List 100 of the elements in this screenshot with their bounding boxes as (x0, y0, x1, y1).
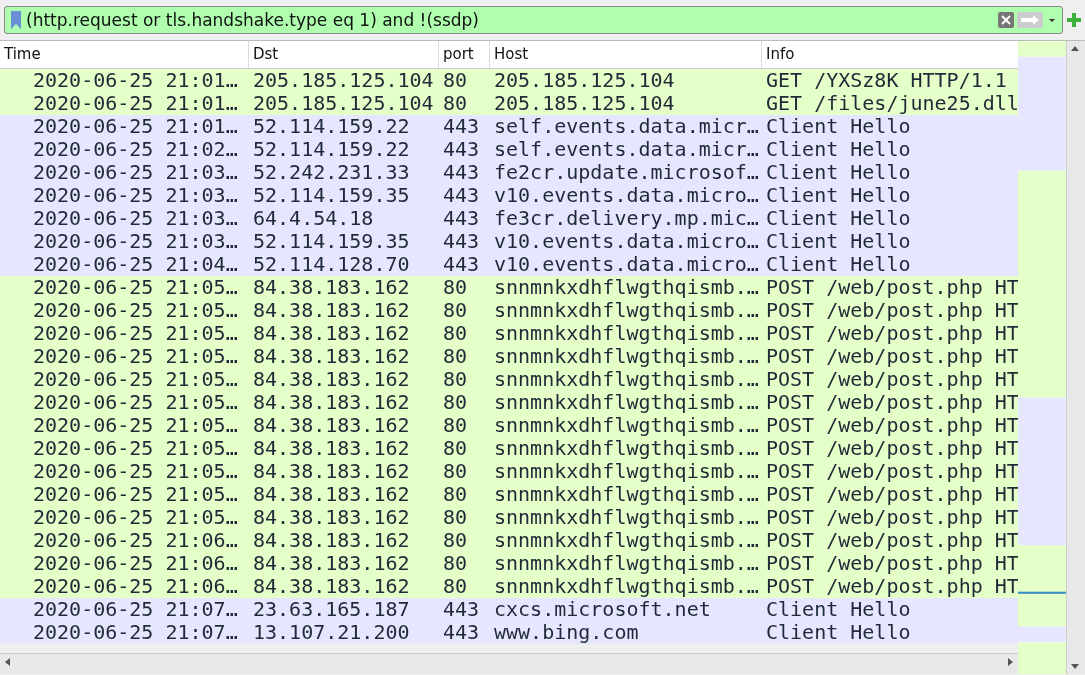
table-cell-text: 80 (442, 483, 469, 506)
table-cell-text: 2020-06-25 21:03… (32, 184, 239, 207)
table-cell-text: 84.38.183.162 (252, 414, 411, 437)
table-cell-text: snnmnkxdhflwgthqismb.… (493, 483, 760, 506)
table-cell-text: snnmnkxdhflwgthqismb.… (493, 529, 760, 552)
column-header[interactable]: port (439, 41, 490, 68)
table-cell-text: 2020-06-25 21:06… (32, 575, 239, 598)
table-cell-text: POST /web/post.php HT (765, 322, 1019, 345)
table-cell-text: 23.63.165.187 (252, 598, 411, 621)
packet-row[interactable]: 2020-06-25 21:06… 84.38.183.162 80 snnmnkxdhflwgthqismb.… POST /web/post.php HT (0, 575, 1019, 598)
packet-row[interactable]: 2020-06-25 21:02… 52.114.159.22 443 self.events.data.micr… Client Hello (0, 138, 1019, 161)
packet-row[interactable]: 2020-06-25 21:01… 52.114.159.22 443 self.events.data.micr… Client Hello (0, 115, 1019, 138)
display-filter-field[interactable]: (http.request or tls.handshake.type eq 1) and !(ssdp) (4, 6, 1063, 34)
table-cell-text: snnmnkxdhflwgthqismb.… (493, 575, 760, 598)
packet-row[interactable]: 2020-06-25 21:06… 84.38.183.162 80 snnmnkxdhflwgthqismb.… POST /web/post.php HT (0, 529, 1019, 552)
table-cell-text: GET /YXSz8K HTTP/1.1 (765, 69, 1008, 92)
packet-row[interactable]: 2020-06-25 21:07… 23.63.165.187 443 cxcs.microsoft.net Client Hello (0, 598, 1019, 621)
packet-row[interactable]: 2020-06-25 21:05… 84.38.183.162 80 snnmnkxdhflwgthqismb.… POST /web/post.php HT (0, 391, 1019, 414)
packet-row[interactable]: 2020-06-25 21:05… 84.38.183.162 80 snnmnkxdhflwgthqismb.… POST /web/post.php HT (0, 483, 1019, 506)
table-cell-text: POST /web/post.php HT (765, 506, 1019, 529)
table-cell-text: 84.38.183.162 (252, 299, 411, 322)
table-cell-text: POST /web/post.php HT (765, 414, 1019, 437)
table-cell-text: 52.242.231.33 (252, 161, 411, 184)
table-cell-text: POST /web/post.php HT (765, 575, 1019, 598)
packet-row[interactable]: 2020-06-25 21:03… 52.114.159.35 443 v10.events.data.micro… Client Hello (0, 184, 1019, 207)
packet-row[interactable]: 2020-06-25 21:05… 84.38.183.162 80 snnmnkxdhflwgthqismb.… POST /web/post.php HT (0, 460, 1019, 483)
table-cell-text: snnmnkxdhflwgthqismb.… (493, 391, 760, 414)
table-cell-text: 84.38.183.162 (252, 345, 411, 368)
packet-row[interactable]: 2020-06-25 21:06… 84.38.183.162 80 snnmnkxdhflwgthqismb.… POST /web/post.php HT (0, 552, 1019, 575)
table-cell-text: POST /web/post.php HT (765, 529, 1019, 552)
packet-row[interactable]: 2020-06-25 21:07… 13.107.21.200 443 www.bing.com Client Hello (0, 621, 1019, 644)
table-cell-text: 2020-06-25 21:03… (32, 230, 239, 253)
table-cell-text: fe3cr.delivery.mp.mic… (493, 207, 760, 230)
table-cell-text: POST /web/post.php HT (765, 460, 1019, 483)
table-cell-text: 80 (442, 322, 469, 345)
table-cell-text: snnmnkxdhflwgthqismb.… (493, 552, 760, 575)
column-header[interactable]: Host (490, 41, 762, 68)
column-header[interactable]: Time (0, 41, 249, 68)
table-cell-text: 443 (442, 184, 481, 207)
table-cell-text: v10.events.data.micro… (493, 230, 760, 253)
table-cell-text: 84.38.183.162 (252, 506, 411, 529)
filter-input[interactable]: (http.request or tls.handshake.type eq 1) and !(ssdp) (24, 10, 995, 30)
table-cell-text: Client Hello (765, 138, 912, 161)
packet-row[interactable]: 2020-06-25 21:01… 205.185.125.104 80 205.185.125.104 GET /YXSz8K HTTP/1.1 (0, 69, 1019, 92)
table-cell-text: 443 (442, 138, 481, 161)
table-cell-text: 80 (442, 299, 469, 322)
packet-row[interactable]: 2020-06-25 21:05… 84.38.183.162 80 snnmnkxdhflwgthqismb.… POST /web/post.php HT (0, 368, 1019, 391)
table-cell-text: self.events.data.micr… (493, 115, 760, 138)
packet-row[interactable]: 2020-06-25 21:04… 52.114.128.70 443 v10.events.data.micro… Client Hello (0, 253, 1019, 276)
packet-row[interactable]: 2020-06-25 21:05… 84.38.183.162 80 snnmnkxdhflwgthqismb.… POST /web/post.php HT (0, 276, 1019, 299)
table-cell-text: 205.185.125.104 (493, 69, 676, 92)
table-cell-text: 443 (442, 161, 481, 184)
table-cell-text: 80 (442, 437, 469, 460)
table-cell-text: 80 (442, 552, 469, 575)
table-cell-text: 52.114.159.35 (252, 230, 411, 253)
table-cell-text: snnmnkxdhflwgthqismb.… (493, 345, 760, 368)
table-cell-text: v10.events.data.micro… (493, 184, 760, 207)
table-cell-text: 2020-06-25 21:01… (32, 92, 239, 115)
packet-row[interactable]: 2020-06-25 21:03… 64.4.54.18 443 fe3cr.delivery.mp.mic… Client Hello (0, 207, 1019, 230)
packet-row[interactable]: 2020-06-25 21:05… 84.38.183.162 80 snnmnkxdhflwgthqismb.… POST /web/post.php HT (0, 322, 1019, 345)
table-cell-text: 443 (442, 207, 481, 230)
table-cell-text: 443 (442, 115, 481, 138)
packet-row[interactable]: 2020-06-25 21:05… 84.38.183.162 80 snnmnkxdhflwgthqismb.… POST /web/post.php HT (0, 299, 1019, 322)
column-header[interactable]: Dst (249, 41, 439, 68)
table-cell-text: 2020-06-25 21:05… (32, 506, 239, 529)
table-cell-text: fe2cr.update.microsof… (493, 161, 760, 184)
table-cell-text: 52.114.128.70 (252, 253, 411, 276)
packet-row[interactable]: 2020-06-25 21:05… 84.38.183.162 80 snnmnkxdhflwgthqismb.… POST /web/post.php HT (0, 345, 1019, 368)
table-cell-text: snnmnkxdhflwgthqismb.… (493, 414, 760, 437)
table-cell-text: 443 (442, 598, 481, 621)
table-cell-text: 2020-06-25 21:05… (32, 483, 239, 506)
table-cell-text: snnmnkxdhflwgthqismb.… (493, 299, 760, 322)
table-cell-text: 443 (442, 230, 481, 253)
table-cell-text: 205.185.125.104 (252, 69, 435, 92)
table-cell-text: 2020-06-25 21:06… (32, 552, 239, 575)
packet-row[interactable]: 2020-06-25 21:03… 52.114.159.35 443 v10.events.data.micro… Client Hello (0, 230, 1019, 253)
table-cell-text: 84.38.183.162 (252, 391, 411, 414)
table-cell-text: 80 (442, 506, 469, 529)
packet-row[interactable]: 2020-06-25 21:05… 84.38.183.162 80 snnmnkxdhflwgthqismb.… POST /web/post.php HT (0, 414, 1019, 437)
packet-row[interactable]: 2020-06-25 21:05… 84.38.183.162 80 snnmnkxdhflwgthqismb.… POST /web/post.php HT (0, 437, 1019, 460)
table-cell-text: snnmnkxdhflwgthqismb.… (493, 276, 760, 299)
table-cell-text: POST /web/post.php HT (765, 552, 1019, 575)
table-cell-text: 52.114.159.35 (252, 184, 411, 207)
clear-icon[interactable] (998, 12, 1014, 28)
table-cell-text: 80 (442, 276, 469, 299)
table-cell-text: self.events.data.micr… (493, 138, 760, 161)
table-cell-text: Client Hello (765, 161, 912, 184)
table-cell-text: v10.events.data.micro… (493, 253, 760, 276)
packet-row[interactable]: 2020-06-25 21:01… 205.185.125.104 80 205.185.125.104 GET /files/june25.dll (0, 92, 1019, 115)
table-cell-text: 84.38.183.162 (252, 575, 411, 598)
table-cell-text: 2020-06-25 21:02… (32, 138, 239, 161)
table-cell-text: 80 (442, 391, 469, 414)
table-cell-text: Client Hello (765, 598, 912, 621)
table-cell-text: 80 (442, 368, 469, 391)
bookmark-icon[interactable] (11, 11, 21, 29)
table-cell-text: Client Hello (765, 207, 912, 230)
table-cell-text: 2020-06-25 21:05… (32, 391, 239, 414)
packet-row[interactable]: 2020-06-25 21:05… 84.38.183.162 80 snnmnkxdhflwgthqismb.… POST /web/post.php HT (0, 506, 1019, 529)
table-cell-text: 2020-06-25 21:05… (32, 345, 239, 368)
packet-row[interactable]: 2020-06-25 21:03… 52.242.231.33 443 fe2cr.update.microsof… Client Hello (0, 161, 1019, 184)
